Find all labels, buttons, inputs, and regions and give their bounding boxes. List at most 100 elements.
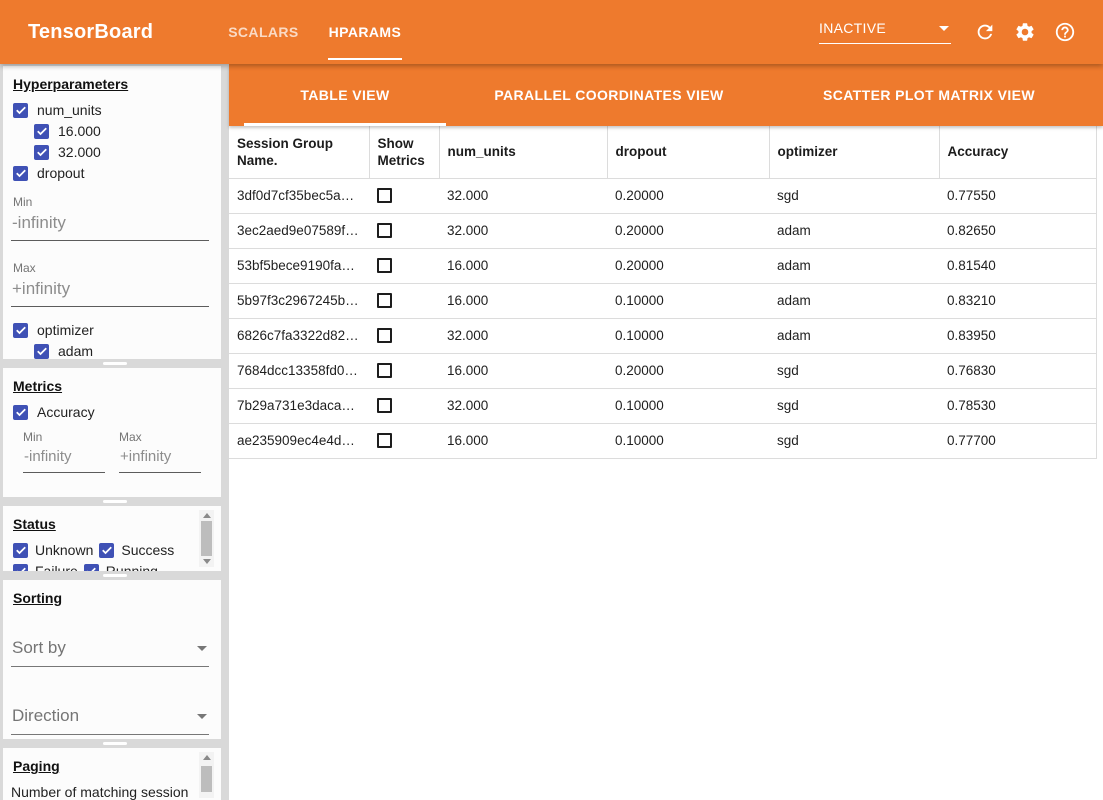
header-session-group-name: Session Group Name. (229, 126, 369, 178)
show-metrics-checkbox[interactable] (377, 363, 392, 378)
dropout-min-input[interactable]: -infinity (11, 211, 209, 241)
accuracy-cell: 0.78530 (939, 388, 1097, 423)
dropout-checkbox[interactable] (13, 166, 28, 181)
toolbar-actions: INACTIVE (819, 12, 1085, 52)
status-scrollbar[interactable] (199, 510, 214, 567)
settings-gear-icon (1014, 21, 1036, 43)
section-resize-handle[interactable] (0, 571, 229, 580)
show-metrics-checkbox[interactable] (377, 328, 392, 343)
session-group-name-cell: 7b29a731e3daca… (229, 388, 369, 423)
value-32-label: 32.000 (58, 143, 101, 161)
refresh-button[interactable] (965, 12, 1005, 52)
running-label: Running (106, 562, 158, 571)
scroll-up-icon[interactable] (203, 513, 211, 518)
running-checkbox[interactable] (84, 564, 99, 572)
show-metrics-cell (369, 423, 439, 458)
scroll-up-icon[interactable] (203, 755, 211, 760)
check-icon (101, 544, 113, 556)
value-16-checkbox[interactable] (34, 124, 49, 139)
dropout-max-input[interactable]: +infinity (11, 277, 209, 307)
unknown-label: Unknown (35, 541, 93, 559)
accuracy-cell: 0.82650 (939, 213, 1097, 248)
show-metrics-cell (369, 388, 439, 423)
settings-button[interactable] (1005, 12, 1045, 52)
session-group-name-cell: 6826c7fa3322d82… (229, 318, 369, 353)
scrollbar-thumb[interactable] (201, 521, 212, 556)
paging-scrollbar[interactable] (199, 752, 214, 798)
dropout-cell: 0.20000 (607, 178, 769, 213)
show-metrics-checkbox[interactable] (377, 433, 392, 448)
show-metrics-checkbox[interactable] (377, 258, 392, 273)
table-row: ae235909ec4e4d…16.0000.10000sgd0.77700 (229, 423, 1097, 458)
status-heading: Status (13, 516, 221, 532)
drag-handle-icon (103, 362, 127, 365)
help-button[interactable] (1045, 12, 1085, 52)
failure-checkbox[interactable] (13, 564, 28, 572)
session-group-name-cell: 7684dcc13358fd0… (229, 353, 369, 388)
dropout-cell: 0.10000 (607, 423, 769, 458)
section-resize-handle[interactable] (0, 739, 229, 748)
session-table-body: 3df0d7cf35bec5a…32.0000.20000sgd0.775503… (229, 178, 1097, 458)
hparam-num-units: num_units (11, 101, 221, 119)
optimizer-cell: sgd (769, 353, 939, 388)
show-metrics-checkbox[interactable] (377, 293, 392, 308)
optimizer-label: optimizer (37, 321, 94, 339)
sorting-heading: Sorting (13, 590, 221, 606)
accuracy-label: Accuracy (37, 403, 95, 421)
session-group-name-cell: 5b97f3c2967245b… (229, 283, 369, 318)
success-checkbox[interactable] (99, 543, 114, 558)
value-32-checkbox[interactable] (34, 145, 49, 160)
num_units-cell: 32.000 (439, 178, 607, 213)
unknown-checkbox[interactable] (13, 543, 28, 558)
accuracy-max-input[interactable]: +infinity (119, 446, 201, 473)
show-metrics-cell (369, 318, 439, 353)
section-resize-handle[interactable] (0, 359, 229, 368)
header-optimizer: optimizer (769, 126, 939, 178)
optimizer-cell: sgd (769, 178, 939, 213)
header-dropout: dropout (607, 126, 769, 178)
adam-checkbox[interactable] (34, 344, 49, 359)
direction-value: Direction (12, 706, 79, 726)
hparam-dropout: dropout (11, 164, 221, 182)
scrollbar-thumb[interactable] (201, 766, 212, 792)
plugin-tabs: SCALARS HPARAMS (213, 0, 416, 64)
check-icon (15, 167, 27, 179)
paging-heading: Paging (13, 758, 221, 774)
direction-dropdown[interactable]: Direction (11, 704, 209, 735)
session-groups-table: Session Group Name. Show Metrics num_uni… (229, 126, 1097, 459)
hparams-sidebar: Hyperparameters num_units 16.000 32.000 … (0, 64, 229, 800)
check-icon (15, 565, 27, 571)
failure-label: Failure (35, 562, 78, 571)
tab-parallel-coordinates-view[interactable]: PARALLEL COORDINATES VIEW (446, 64, 772, 126)
table-header-row: Session Group Name. Show Metrics num_uni… (229, 126, 1097, 178)
accuracy-cell: 0.83950 (939, 318, 1097, 353)
accuracy-cell: 0.77700 (939, 423, 1097, 458)
accuracy-min-input[interactable]: -infinity (23, 446, 105, 473)
sort-by-dropdown[interactable]: Sort by (11, 636, 209, 667)
accuracy-cell: 0.81540 (939, 248, 1097, 283)
optimizer-checkbox[interactable] (13, 323, 28, 338)
scroll-down-icon[interactable] (203, 559, 211, 564)
accuracy-checkbox[interactable] (13, 405, 28, 420)
status-failure: Failure (11, 562, 78, 571)
reload-status-select[interactable]: INACTIVE (819, 20, 951, 44)
check-icon (15, 324, 27, 336)
table-row: 6826c7fa3322d82…32.0000.10000adam0.83950 (229, 318, 1097, 353)
tab-table-view[interactable]: TABLE VIEW (244, 64, 446, 126)
show-metrics-checkbox[interactable] (377, 188, 392, 203)
check-icon (36, 125, 48, 137)
section-resize-handle[interactable] (0, 497, 229, 506)
tab-hparams[interactable]: HPARAMS (314, 0, 417, 64)
success-label: Success (121, 541, 174, 559)
matching-groups-count: Number of matching session groups: 8 (11, 783, 193, 800)
show-metrics-checkbox[interactable] (377, 398, 392, 413)
tab-scalars[interactable]: SCALARS (213, 0, 313, 64)
chevron-down-icon (197, 646, 207, 651)
show-metrics-cell (369, 213, 439, 248)
metric-accuracy: Accuracy (11, 403, 221, 421)
show-metrics-checkbox[interactable] (377, 223, 392, 238)
check-icon (36, 146, 48, 158)
tab-scatter-plot-matrix-view[interactable]: SCATTER PLOT MATRIX VIEW (772, 64, 1086, 126)
chevron-down-icon (197, 714, 207, 719)
num-units-checkbox[interactable] (13, 103, 28, 118)
